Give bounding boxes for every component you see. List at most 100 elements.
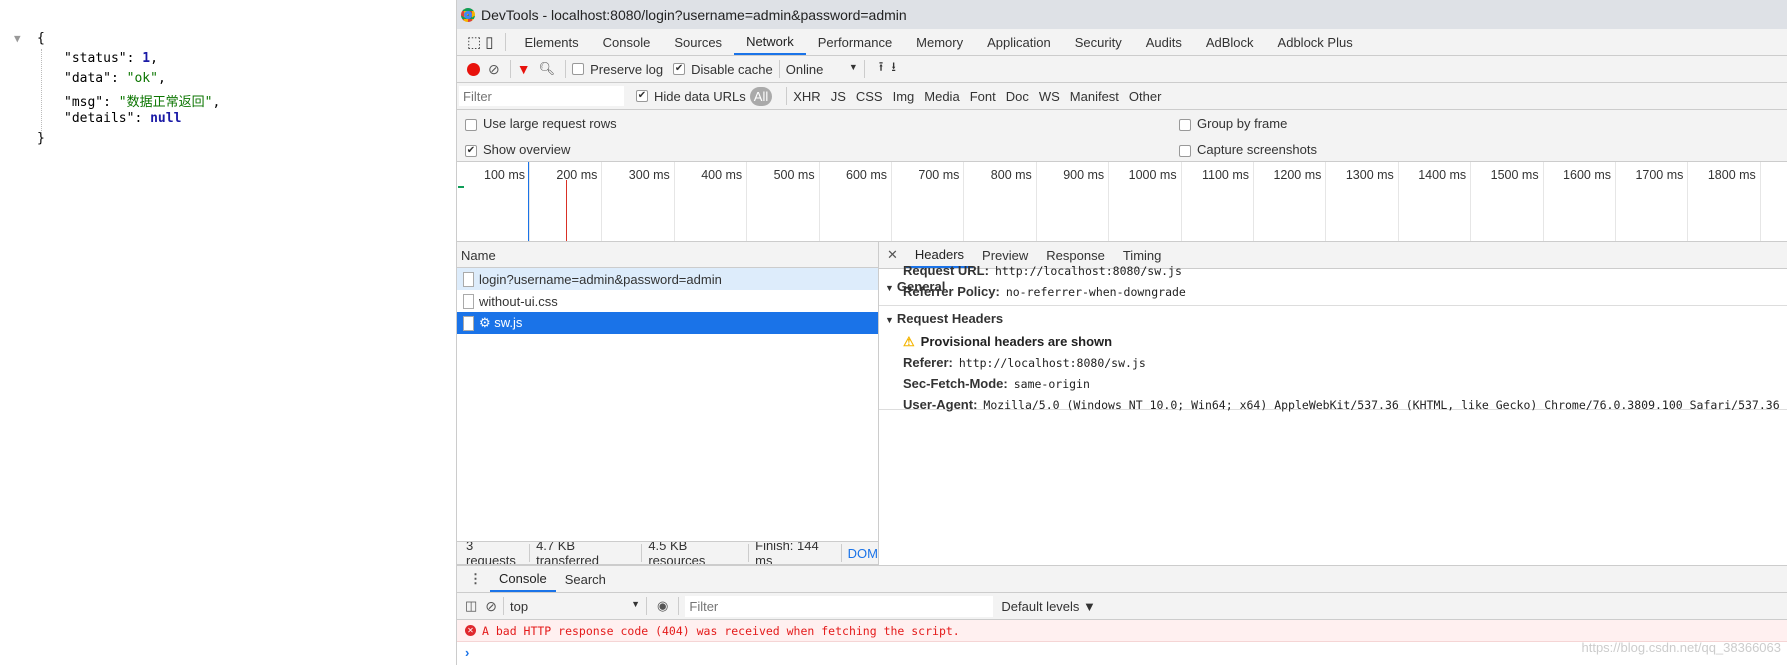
header-value: no-referrer-when-downgrade [1005, 285, 1186, 299]
filter-type-css[interactable]: CSS [856, 89, 883, 104]
filter-type-xhr[interactable]: XHR [793, 89, 820, 104]
timeline-tick-label: 1200 ms [1273, 168, 1322, 182]
header-value: http://localhost:8080/sw.js [994, 264, 1182, 278]
export-har-icon[interactable]: ⭳ [891, 58, 896, 80]
dropdown-arrow-icon: ▼ [848, 61, 858, 72]
drawer-tab-console[interactable]: Console [490, 566, 556, 592]
device-toolbar-icon[interactable]: ▯ [485, 33, 493, 51]
hide-data-urls-checkbox[interactable]: ✔ [636, 90, 648, 102]
request-row[interactable]: without-ui.css [457, 290, 878, 312]
status-bar: 3 requests 4.7 KB transferred 4.5 KB resou… [457, 541, 879, 565]
timeline-gridline [1253, 162, 1254, 241]
json-key: "details": [64, 111, 151, 126]
throttling-select[interactable]: Online ▼ [786, 62, 858, 77]
disable-cache-label: Disable cache [691, 61, 773, 77]
status-item: 3 requests [466, 541, 516, 565]
file-icon [463, 315, 474, 331]
import-har-icon[interactable]: ⭱ [879, 58, 884, 80]
tab-network[interactable]: Network [734, 29, 806, 55]
header-name: Referrer Policy: [903, 284, 1000, 299]
header-row: Referrer Policy: no-referrer-when-downgra… [903, 284, 1186, 299]
filter-icon[interactable]: ▼ [517, 61, 531, 77]
request-row[interactable]: login?username=admin&password=admin [457, 268, 878, 290]
request-list: Name login?username=admin&password=admin… [457, 242, 879, 541]
timeline-gridline [1325, 162, 1327, 241]
filter-type-font[interactable]: Font [970, 89, 996, 104]
filter-bar: ✔ Hide data URLs All XHR JS CSS Img Media Font D… [457, 83, 1787, 110]
tab-application[interactable]: Application [975, 29, 1063, 55]
json-value: null [150, 111, 182, 126]
tab-elements[interactable]: Elements [512, 29, 590, 55]
json-line: "status": 1, [64, 51, 158, 66]
tab-sources[interactable]: Sources [662, 29, 734, 55]
timeline-tick-label: 1700 ms [1635, 168, 1684, 182]
search-icon[interactable]: 🔍︎ [539, 61, 556, 77]
timeline-tick-label: 300 ms [628, 168, 670, 182]
tab-adblock[interactable]: AdBlock [1194, 29, 1266, 55]
request-name: ⚙ sw.js [479, 315, 523, 330]
filter-type-media[interactable]: Media [924, 89, 959, 104]
context-value: top [510, 598, 529, 614]
status-item: Finish: 144 ms [755, 541, 819, 565]
expand-triangle-icon[interactable]: ▼ [885, 283, 894, 293]
group-by-frame-checkbox[interactable] [1179, 118, 1191, 131]
status-item: 4.7 KB transferred [536, 541, 599, 565]
filter-type-other[interactable]: Other [1129, 89, 1162, 104]
timeline-gridline [601, 162, 603, 241]
capture-screenshots-checkbox[interactable] [1179, 144, 1191, 157]
request-row[interactable]: ⚙ sw.js [457, 312, 878, 334]
close-details-icon[interactable]: ✕ [887, 247, 898, 263]
inspect-element-icon[interactable]: ⬚ [467, 33, 481, 51]
more-menu-icon[interactable]: ⋮ [469, 571, 482, 587]
clear-icon[interactable]: ⊘ [488, 61, 500, 78]
filter-type-all[interactable]: All [749, 86, 773, 106]
live-expression-eye-icon[interactable]: ◉ [657, 598, 668, 614]
tab-adblock-plus[interactable]: Adblock Plus [1266, 29, 1365, 55]
timeline-gridline [963, 162, 965, 241]
console-prompt[interactable]: › https://blog.csdn.net/qq_38366063 [457, 640, 1787, 665]
header-name: Sec-Fetch-Mode: [903, 376, 1008, 391]
log-levels-select[interactable]: Default levels ▼ [1001, 599, 1096, 614]
tab-security[interactable]: Security [1063, 29, 1134, 55]
timeline-gridline [529, 162, 530, 241]
tab-console[interactable]: Console [591, 29, 663, 55]
drawer-tab-search[interactable]: Search [556, 566, 615, 592]
preserve-log-checkbox[interactable] [572, 63, 585, 75]
tab-audits[interactable]: Audits [1134, 29, 1194, 55]
json-punct: , [150, 51, 158, 66]
header-row: User-Agent: Mozilla/5.0 (Windows NT 10.0;… [903, 397, 1780, 412]
json-value: 1 [142, 51, 151, 66]
timeline-tick-label: 1100 ms [1201, 168, 1249, 182]
filter-type-ws[interactable]: WS [1039, 89, 1060, 104]
json-close-brace: } [37, 131, 45, 146]
filter-input[interactable] [459, 86, 624, 106]
timeline-tick-label: 1600 ms [1563, 168, 1611, 182]
filter-type-doc[interactable]: Doc [1006, 89, 1029, 104]
status-item: 4.5 KB resources [648, 541, 706, 565]
sidebar-toggle-icon[interactable]: ◫ [465, 598, 477, 614]
preserve-log-label: Preserve log [590, 61, 664, 77]
collapse-triangle-icon[interactable]: ▼ [14, 32, 21, 45]
expand-triangle-icon[interactable]: ▼ [885, 315, 894, 325]
record-icon[interactable] [467, 62, 480, 76]
json-viewer: ▼ { "status": 1, "data": "ok", "msg": "数据正… [0, 0, 456, 665]
timeline-tick-label: 1 [1762, 168, 1787, 182]
timeline-tick-label: 1500 ms [1490, 168, 1539, 182]
name-column-header[interactable]: Name [457, 242, 878, 268]
tab-memory[interactable]: Memory [904, 29, 975, 55]
console-filter-input[interactable] [685, 595, 994, 617]
timeline-overview[interactable]: 100 ms 200 ms 300 ms 400 ms 500 ms 600 ms 700 … [457, 162, 1787, 242]
file-icon [463, 293, 474, 309]
show-overview-checkbox[interactable]: ✔ [465, 144, 477, 157]
json-value: "ok" [126, 71, 158, 86]
tab-performance[interactable]: Performance [806, 29, 904, 55]
large-rows-checkbox[interactable] [465, 118, 477, 131]
request-headers-section-title[interactable]: Request Headers [897, 311, 1003, 326]
disable-cache-checkbox[interactable]: ✔ [673, 63, 686, 75]
filter-type-manifest[interactable]: Manifest [1070, 89, 1119, 104]
filter-type-js[interactable]: JS [831, 89, 846, 104]
warning-icon: ⚠ [903, 334, 915, 349]
clear-console-icon[interactable]: ⊘ [485, 598, 497, 615]
filter-type-img[interactable]: Img [893, 89, 915, 104]
context-select[interactable]: top ▼ [510, 599, 640, 614]
